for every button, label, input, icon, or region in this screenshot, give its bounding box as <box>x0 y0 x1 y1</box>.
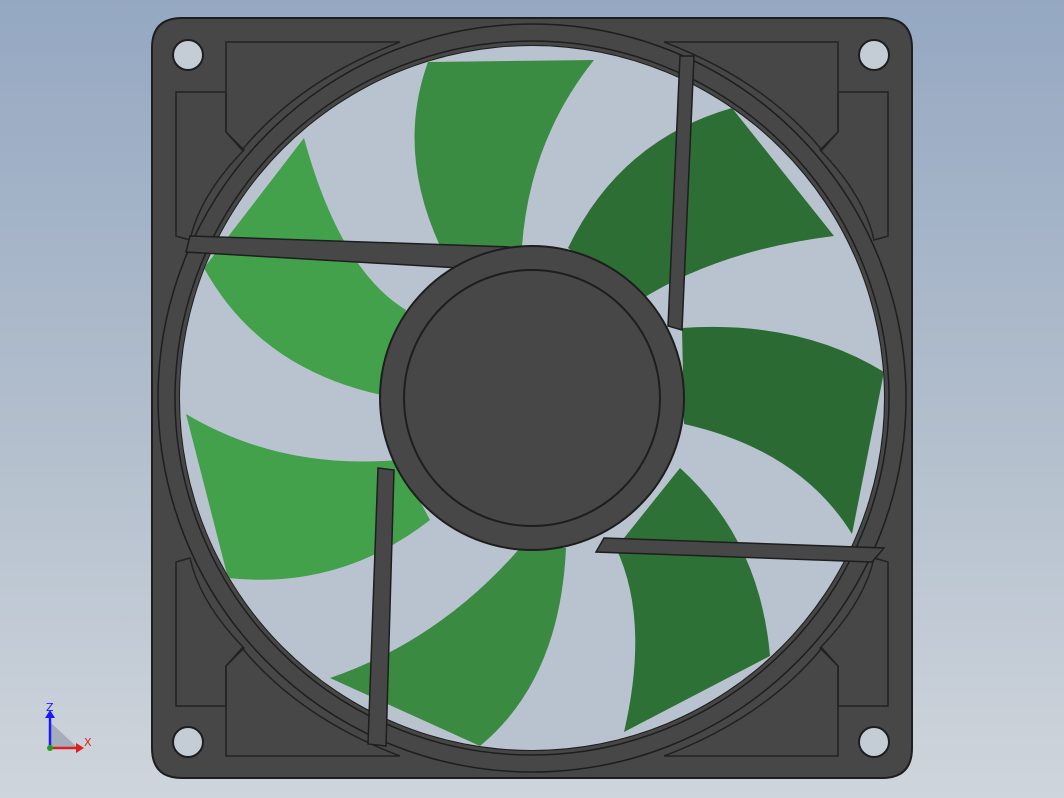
cad-viewport[interactable]: Z X <box>0 0 1064 798</box>
mounting-hole-top-right <box>858 39 890 71</box>
mounting-hole-bottom-right <box>858 726 890 758</box>
mounting-hole-top-left <box>172 39 204 71</box>
triad-origin <box>47 745 53 751</box>
triad-plane <box>50 722 78 748</box>
mounting-hole-bottom-left <box>172 726 204 758</box>
axis-triad: Z X <box>45 701 92 753</box>
z-axis-label: Z <box>46 701 54 714</box>
fan-hub-cap <box>403 269 661 527</box>
x-axis-label: X <box>84 736 92 749</box>
x-axis-arrow <box>76 743 84 753</box>
